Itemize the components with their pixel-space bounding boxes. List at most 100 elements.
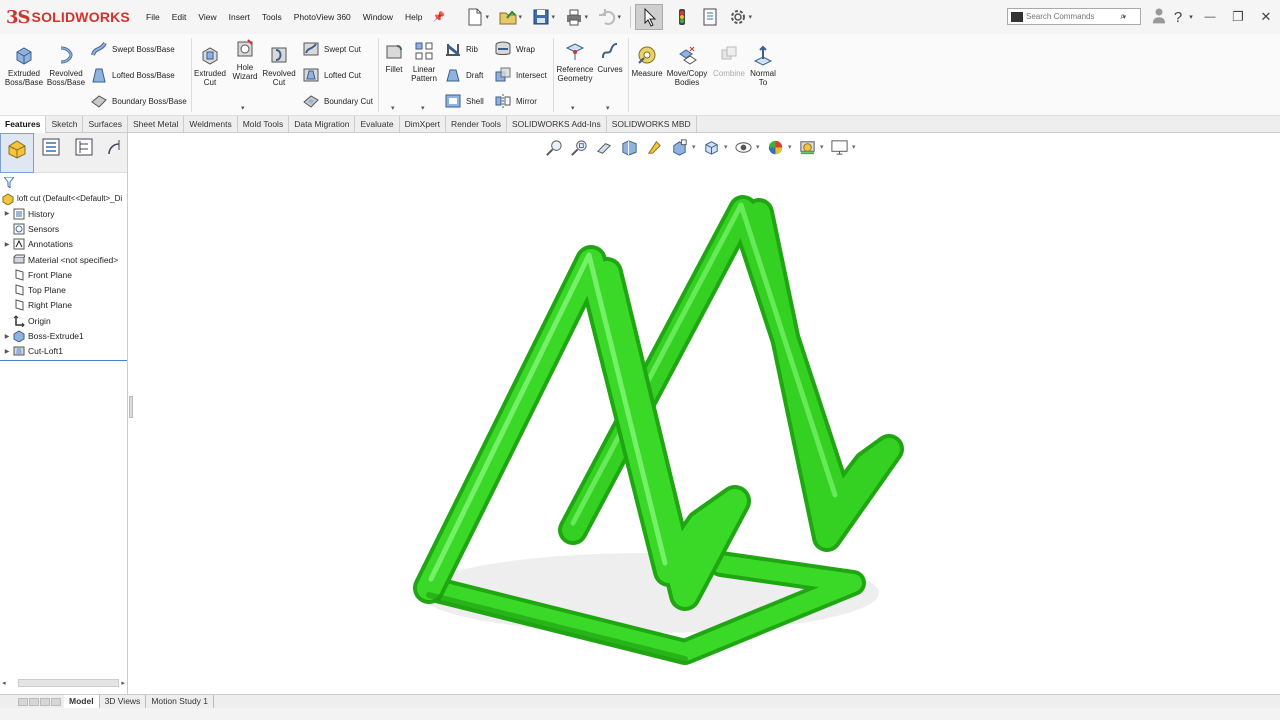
last-tab-arrow-icon[interactable] (51, 697, 61, 706)
mirror-button[interactable]: Mirror (494, 92, 537, 110)
file-properties-button[interactable] (696, 4, 724, 30)
hole-wizard-button[interactable]: Hole Wizard (229, 38, 261, 81)
menu-insert[interactable]: Insert (223, 0, 256, 34)
scroll-thumb[interactable] (17, 679, 120, 687)
tree-root-part[interactable]: loft cut (Default<<Default>_Di (0, 191, 127, 206)
reference-geometry-button[interactable]: Reference Geometry (556, 40, 594, 83)
tab-mold-tools[interactable]: Mold Tools (238, 116, 290, 133)
first-tab-arrow-icon[interactable] (18, 697, 28, 706)
tree-item-origin[interactable]: Origin (0, 313, 127, 328)
menu-file[interactable]: File (140, 0, 166, 34)
fillet-caret-icon[interactable]: ▾ (391, 104, 395, 112)
tree-item-material[interactable]: Material <not specified> (0, 252, 127, 267)
tree-item-annotations[interactable]: ▶ Annotations (0, 237, 127, 252)
help-caret-icon[interactable]: ▾ (1186, 13, 1196, 21)
tab-3d-views[interactable]: 3D Views (100, 695, 147, 708)
tab-surfaces[interactable]: Surfaces (83, 116, 128, 133)
new-document-button[interactable] (461, 4, 489, 30)
print-button[interactable] (560, 4, 588, 30)
pin-icon[interactable]: 📌 (433, 12, 453, 23)
options-button[interactable] (724, 4, 752, 30)
model-view[interactable] (129, 133, 1280, 694)
combine-button[interactable]: Combine (710, 44, 748, 78)
boundary-cut-button[interactable]: Boundary Cut (302, 92, 373, 110)
move-copy-bodies-button[interactable]: Move/Copy Bodies (666, 44, 708, 87)
expand-arrow-icon[interactable]: ▶ (0, 210, 10, 217)
search-commands-box[interactable]: ⌕ ▾ (1007, 8, 1141, 25)
fillet-button[interactable]: Fillet (382, 40, 406, 74)
tree-item-right-plane[interactable]: Right Plane (0, 298, 127, 313)
expand-arrow-icon[interactable]: ▶ (0, 348, 10, 355)
close-button[interactable]: ✕ (1252, 9, 1280, 25)
rebuild-button[interactable] (668, 4, 696, 30)
revolved-cut-button[interactable]: Revolved Cut (262, 44, 296, 87)
tab-features[interactable]: Features (0, 116, 47, 133)
tree-item-top-plane[interactable]: Top Plane (0, 282, 127, 297)
normal-to-button[interactable]: Normal To (748, 44, 778, 87)
curves-button[interactable]: Curves (596, 40, 624, 74)
cut-group-caret-icon[interactable]: ▾ (241, 104, 245, 112)
menu-photoview[interactable]: PhotoView 360 (288, 0, 357, 34)
draft-button[interactable]: Draft (444, 66, 483, 84)
scroll-left-icon[interactable]: ◂ (0, 679, 8, 687)
extruded-cut-button[interactable]: Extruded Cut (193, 44, 227, 87)
boundary-boss-button[interactable]: Boundary Boss/Base (90, 92, 187, 110)
tab-data-migration[interactable]: Data Migration (289, 116, 356, 133)
tree-item-front-plane[interactable]: Front Plane (0, 267, 127, 282)
menu-edit[interactable]: Edit (166, 0, 193, 34)
extruded-boss-button[interactable]: Extruded Boss/Base (4, 44, 44, 87)
swept-cut-button[interactable]: Swept Cut (302, 40, 361, 58)
open-button[interactable] (494, 4, 522, 30)
tab-sketch[interactable]: Sketch (46, 116, 84, 133)
panel-horizontal-scrollbar[interactable]: ◂ ▸ (0, 678, 127, 688)
next-tab-arrow-icon[interactable] (40, 697, 50, 706)
tab-solidworks-mbd[interactable]: SOLIDWORKS MBD (607, 116, 697, 133)
tree-item-cut-loft1[interactable]: ▶ Cut-Loft1 (0, 344, 127, 359)
pattern-caret-icon[interactable]: ▾ (421, 104, 425, 112)
lofted-boss-button[interactable]: Lofted Boss/Base (90, 66, 175, 84)
search-input[interactable] (1026, 12, 1120, 21)
dim-xpert-tab[interactable] (101, 133, 127, 173)
refgeom-caret-icon[interactable]: ▾ (571, 104, 575, 112)
intersect-button[interactable]: Intersect (494, 66, 547, 84)
help-icon[interactable]: ? (1170, 9, 1186, 26)
undo-button[interactable] (593, 4, 621, 30)
filter-icon[interactable] (4, 176, 14, 188)
revolved-boss-button[interactable]: Revolved Boss/Base (46, 44, 86, 87)
prev-tab-arrow-icon[interactable] (29, 697, 39, 706)
tab-dimxpert[interactable]: DimXpert (400, 116, 447, 133)
expand-arrow-icon[interactable]: ▶ (0, 333, 10, 340)
tree-item-history[interactable]: ▶ History (0, 206, 127, 221)
tab-evaluate[interactable]: Evaluate (355, 116, 400, 133)
tab-sheet-metal[interactable]: Sheet Metal (128, 116, 185, 133)
user-icon[interactable] (1148, 7, 1170, 27)
rollback-bar[interactable] (0, 360, 127, 361)
tab-weldments[interactable]: Weldments (184, 116, 238, 133)
save-button[interactable] (527, 4, 555, 30)
tab-motion-study[interactable]: Motion Study 1 (146, 695, 215, 708)
graphics-area[interactable]: ▾ ▾ ▾ ▾ ▾ ▾ (129, 133, 1280, 694)
rib-button[interactable]: Rib (444, 40, 478, 58)
menu-window[interactable]: Window (357, 0, 399, 34)
tree-item-sensors[interactable]: Sensors (0, 221, 127, 236)
menu-help[interactable]: Help (399, 0, 428, 34)
curves-caret-icon[interactable]: ▾ (606, 104, 610, 112)
tab-render-tools[interactable]: Render Tools (446, 116, 507, 133)
measure-button[interactable]: Measure (630, 44, 664, 78)
tab-model[interactable]: Model (64, 695, 100, 708)
swept-boss-button[interactable]: Swept Boss/Base (90, 40, 175, 58)
configuration-manager-tab[interactable] (67, 133, 101, 173)
feature-manager-tab[interactable] (0, 133, 34, 173)
tab-solidworks-addins[interactable]: SOLIDWORKS Add-Ins (507, 116, 607, 133)
menu-tools[interactable]: Tools (256, 0, 288, 34)
restore-button[interactable]: ❐ (1224, 9, 1252, 25)
tab-scroll-arrows[interactable] (0, 697, 64, 706)
search-caret-icon[interactable]: ▾ (1123, 13, 1131, 21)
menu-view[interactable]: View (192, 0, 222, 34)
select-button[interactable] (634, 4, 663, 30)
property-manager-tab[interactable] (34, 133, 68, 173)
linear-pattern-button[interactable]: Linear Pattern (408, 40, 440, 83)
shell-button[interactable]: Shell (444, 92, 484, 110)
solidworks-logo[interactable]: 3S SOLIDWORKS (0, 0, 140, 34)
tree-item-boss-extrude1[interactable]: ▶ Boss-Extrude1 (0, 328, 127, 343)
